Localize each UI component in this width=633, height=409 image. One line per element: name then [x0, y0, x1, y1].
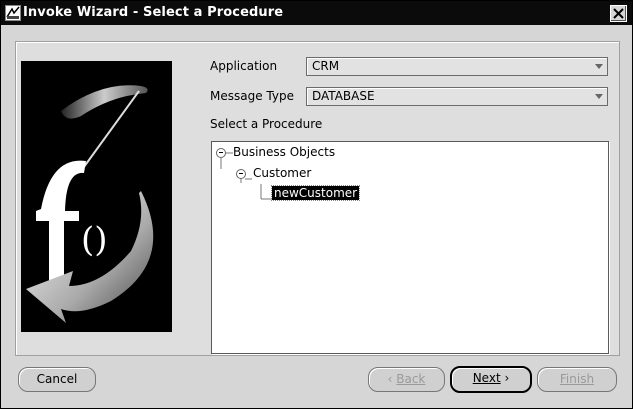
- message-type-select[interactable]: DATABASE: [306, 87, 608, 106]
- message-type-label: Message Type: [210, 89, 294, 103]
- finish-button[interactable]: Finish: [537, 367, 617, 392]
- function-graphic: (): [21, 61, 172, 332]
- procedure-label: Select a Procedure: [210, 117, 323, 131]
- application-value: CRM: [312, 59, 340, 73]
- close-icon: [613, 8, 624, 19]
- svg-text:(): (): [81, 220, 108, 260]
- title-bar: Invoke Wizard - Select a Procedure: [1, 1, 632, 25]
- chevron-down-icon: [595, 64, 603, 69]
- tree-node-new-customer[interactable]: newCustomer: [270, 185, 361, 201]
- next-button[interactable]: Next ›: [450, 366, 532, 393]
- function-logo-icon: (): [26, 85, 154, 323]
- app-icon: [5, 5, 21, 21]
- finish-label: Finish: [559, 372, 595, 386]
- chevron-right-icon: ›: [504, 371, 510, 385]
- window-title: Invoke Wizard - Select a Procedure: [23, 5, 284, 20]
- collapse-toggle-icon[interactable]: [216, 148, 226, 158]
- procedure-tree[interactable]: Business Objects Customer newCustomer: [211, 141, 609, 354]
- close-button[interactable]: [610, 5, 627, 22]
- next-label: Next: [472, 371, 501, 385]
- wizard-panel: () Application CRM Message Type DATABASE…: [15, 41, 620, 356]
- chevron-down-icon: [595, 94, 603, 99]
- cancel-label: Cancel: [36, 372, 78, 386]
- back-button[interactable]: ‹ Back: [368, 367, 445, 392]
- chevron-left-icon: ‹: [387, 372, 393, 386]
- tree-node-customer[interactable]: Customer: [253, 166, 311, 180]
- tree-node-business-objects[interactable]: Business Objects: [233, 145, 335, 159]
- cancel-button[interactable]: Cancel: [18, 367, 96, 392]
- message-type-value: DATABASE: [312, 89, 375, 103]
- collapse-toggle-icon[interactable]: [236, 169, 246, 179]
- application-label: Application: [210, 59, 278, 73]
- application-select[interactable]: CRM: [306, 57, 608, 76]
- back-label: Back: [396, 372, 426, 386]
- invoke-wizard-dialog: Invoke Wizard - Select a Procedure () Ap…: [0, 0, 633, 409]
